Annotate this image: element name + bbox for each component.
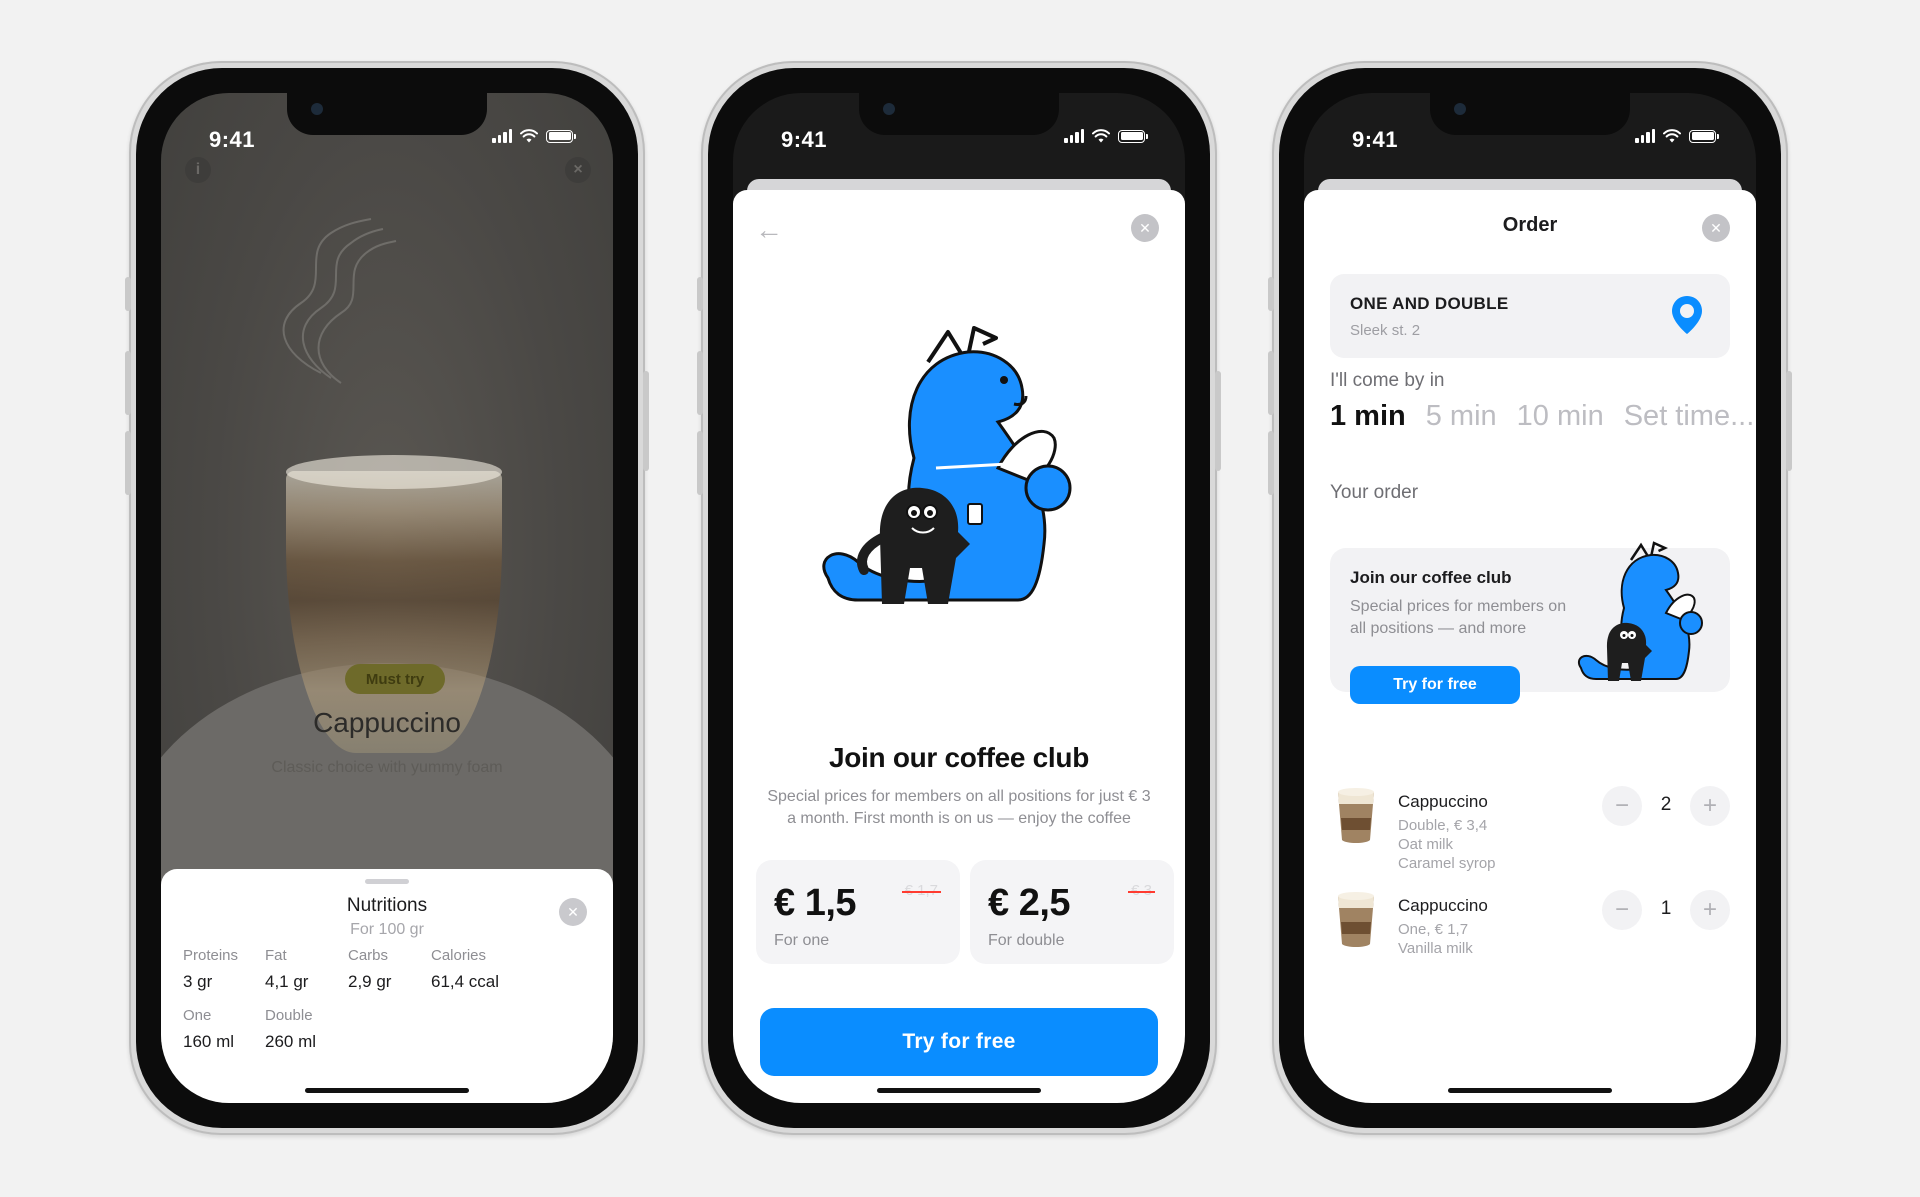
- mascot-illustration: [1577, 541, 1703, 681]
- close-icon: ✕: [567, 903, 579, 920]
- close-button[interactable]: ✕: [1131, 214, 1159, 242]
- quantity-stepper: − 1 +: [1602, 890, 1730, 930]
- sheet-grabber[interactable]: [365, 879, 409, 884]
- quantity-value: 2: [1660, 794, 1672, 815]
- item-name: Cappuccino: [1398, 896, 1488, 915]
- status-time: 9:41: [781, 127, 828, 152]
- plus-icon: +: [1702, 792, 1717, 819]
- time-option-5min[interactable]: 5 min: [1426, 400, 1497, 433]
- location-address: Sleek st. 2: [1350, 322, 1421, 339]
- screen-nutrition: 9:41 i × Must try Cappuccino Classic cho…: [161, 93, 613, 1103]
- time-option-1min[interactable]: 1 min: [1330, 400, 1406, 433]
- status-time: 9:41: [1352, 127, 1399, 152]
- coffee-club-banner: Join our coffee club Special prices for …: [1330, 541, 1730, 704]
- product-subtitle: Classic choice with yummy foam: [271, 759, 503, 776]
- close-button[interactable]: ✕: [1702, 214, 1730, 242]
- item-name: Cappuccino: [1398, 792, 1488, 811]
- price-card-one[interactable]: € 1,5 € 1,7 For one: [756, 860, 960, 964]
- close-icon: ✕: [1139, 219, 1151, 236]
- item-details: One, € 1,7 Vanilla milk: [1398, 921, 1473, 957]
- location-name: ONE AND DOUBLE: [1350, 294, 1509, 313]
- quantity-value: 1: [1660, 898, 1672, 919]
- time-option-set-time[interactable]: Set time...: [1624, 400, 1755, 433]
- volume-double: Double 260 ml: [265, 1007, 317, 1051]
- nutrient-proteins: Proteins 3 gr: [183, 947, 239, 991]
- coffee-club-card: ← ✕ Join our coffee club Special prices …: [733, 190, 1185, 1103]
- your-order-label: Your order: [1330, 482, 1419, 503]
- phone-coffee-club: 9:41 ← ✕ Join our coffee club Special pr…: [697, 61, 1221, 1135]
- cappuccino-thumbnail: [1338, 892, 1374, 947]
- sheet-subtitle: For 100 gr: [350, 921, 424, 938]
- screen-coffee-club: 9:41 ← ✕ Join our coffee club Special pr…: [733, 93, 1185, 1103]
- price-card-double[interactable]: € 2,5 € 3 For double: [970, 860, 1174, 964]
- volume-one: One 160 ml: [183, 1007, 235, 1051]
- nutrient-fat: Fat 4,1 gr: [265, 947, 309, 991]
- nutrition-sheet: Nutritions For 100 gr ✕ Proteins 3 gr Fa…: [161, 869, 613, 1103]
- back-arrow-icon[interactable]: ←: [755, 216, 783, 244]
- order-header: Order: [1502, 214, 1558, 236]
- map-pin-icon: [1672, 296, 1702, 334]
- decrease-button[interactable]: −: [1602, 890, 1642, 930]
- wifi-icon: [1092, 129, 1110, 143]
- signal-icon: [492, 129, 512, 143]
- battery-icon: [546, 129, 576, 143]
- item-details: Double, € 3,4 Oat milk Caramel syrop: [1398, 817, 1496, 872]
- come-by-label: I'll come by in: [1330, 370, 1445, 391]
- wifi-icon: [1663, 129, 1681, 143]
- status-time: 9:41: [209, 127, 256, 152]
- home-indicator[interactable]: [877, 1088, 1041, 1093]
- pickup-time-selector: 1 min 5 min 10 min Set time...: [1330, 400, 1754, 433]
- signal-icon: [1635, 129, 1655, 143]
- home-indicator[interactable]: [1448, 1088, 1612, 1093]
- plus-icon: +: [1702, 896, 1717, 923]
- quantity-stepper: − 2 +: [1602, 786, 1730, 826]
- home-indicator[interactable]: [305, 1088, 469, 1093]
- club-title: Join our coffee club: [828, 742, 1090, 773]
- club-try-button[interactable]: Try for free: [1350, 666, 1520, 704]
- signal-icon: [1064, 129, 1084, 143]
- nutrient-carbs: Carbs 2,9 gr: [348, 947, 392, 991]
- increase-button[interactable]: +: [1690, 786, 1730, 826]
- close-sheet-button[interactable]: ✕: [559, 898, 587, 926]
- time-option-10min[interactable]: 10 min: [1517, 400, 1604, 433]
- cappuccino-thumbnail: [1338, 788, 1374, 843]
- wifi-icon: [520, 129, 538, 143]
- decrease-button[interactable]: −: [1602, 786, 1642, 826]
- close-icon: ✕: [1710, 219, 1722, 236]
- minus-icon: −: [1614, 792, 1629, 819]
- sheet-title: Nutritions: [346, 895, 428, 916]
- location-card[interactable]: ONE AND DOUBLE Sleek st. 2: [1330, 274, 1730, 358]
- try-for-free-button[interactable]: Try for free: [760, 1008, 1158, 1076]
- club-banner-title: Join our coffee club: [1350, 568, 1512, 587]
- battery-icon: [1689, 129, 1719, 143]
- increase-button[interactable]: +: [1690, 890, 1730, 930]
- must-try-badge: Must try: [345, 664, 445, 694]
- product-title: Cappuccino: [313, 707, 461, 738]
- steam-illustration: [282, 218, 397, 384]
- mascot-illustration: [822, 326, 1072, 604]
- battery-icon: [1118, 129, 1148, 143]
- screen-order: 9:41 Order ✕ ONE AND DOUBLE Sleek st. 2: [1304, 93, 1756, 1103]
- club-description: Special prices for members on all positi…: [767, 788, 1151, 827]
- order-card: Order ✕ ONE AND DOUBLE Sleek st. 2 I'll …: [1304, 190, 1756, 1103]
- nutrient-calories: Calories 61,4 ccal: [431, 947, 500, 991]
- club-banner-description: Special prices for members on all positi…: [1350, 598, 1567, 637]
- phone-order: 9:41 Order ✕ ONE AND DOUBLE Sleek st. 2: [1268, 61, 1792, 1135]
- minus-icon: −: [1614, 896, 1629, 923]
- phone-nutrition: 9:41 i × Must try Cappuccino Classic cho…: [125, 61, 649, 1135]
